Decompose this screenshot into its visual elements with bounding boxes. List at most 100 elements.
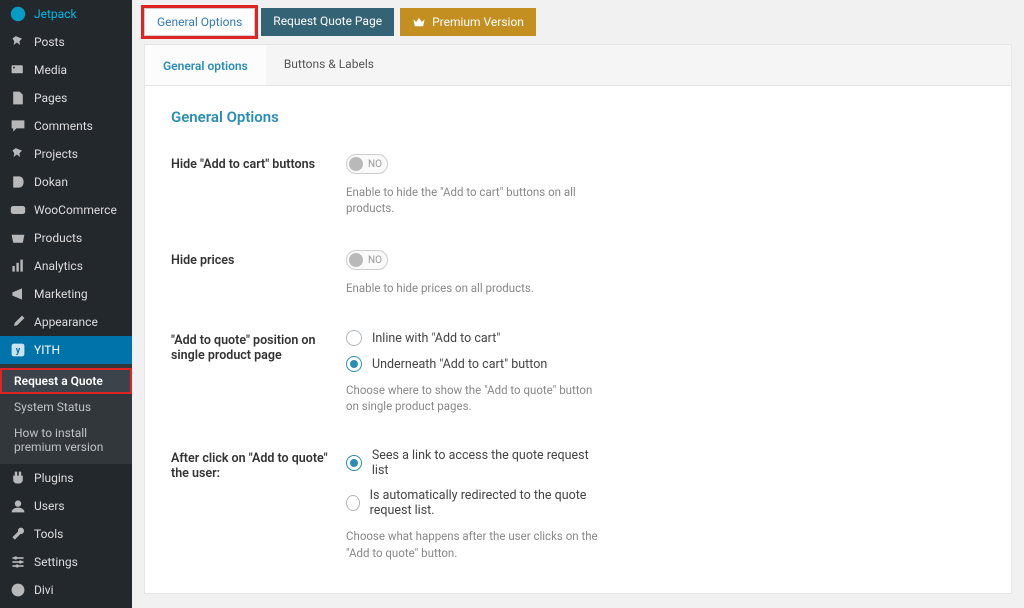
sidebar-item-label: Divi [34,583,54,597]
sidebar-item-settings[interactable]: Settings [0,548,132,576]
svg-text:y: y [16,346,21,356]
sub-tabs: General options Buttons & Labels [145,45,1011,86]
radio-label: Is automatically redirected to the quote… [370,488,606,518]
sidebar-item-plugins[interactable]: Plugins [0,464,132,492]
sidebar-item-products[interactable]: Products [0,224,132,252]
panel-body: General Options Hide "Add to cart" butto… [145,86,1011,593]
sidebar-item-label: Dokan [34,175,68,189]
sidebar-item-woocommerce[interactable]: WooCommerce [0,196,132,224]
settings-icon [10,554,26,570]
sidebar-item-label: Comments [34,119,93,133]
sidebar-item-tools[interactable]: Tools [0,520,132,548]
sidebar-item-label: Marketing [34,287,88,301]
sidebar-item-label: Settings [34,555,78,569]
yith-icon: y [10,342,26,358]
radio-icon [346,495,360,511]
tab-request-quote-page[interactable]: Request Quote Page [261,8,394,36]
sidebar-item-label: Appearance [34,315,98,329]
plugin-icon [10,470,26,486]
main-content: General Options Request Quote Page Premi… [132,0,1024,608]
field-after-click: After click on "Add to quote" the user: … [171,448,985,560]
sidebar-item-label: Products [34,231,82,245]
jetpack-icon [10,6,26,22]
radio-label: Underneath "Add to cart" button [372,357,547,372]
sidebar-item-label: Posts [34,35,65,49]
radio-icon [346,455,362,471]
brush-icon [10,314,26,330]
field-hide-add-to-cart: Hide "Add to cart" buttons NO Enable to … [171,154,985,216]
woo-icon [10,202,26,218]
field-description: Choose where to show the "Add to quote" … [346,382,606,414]
dokan-icon [10,174,26,190]
subtab-buttons-labels[interactable]: Buttons & Labels [266,45,392,85]
field-quote-position: "Add to quote" position on single produc… [171,330,985,414]
sidebar-item-label: Plugins [34,471,74,485]
sidebar-item-posts[interactable]: Posts [0,28,132,56]
section-title: General Options [171,108,985,126]
sidebar-item-comments[interactable]: Comments [0,112,132,140]
tab-premium-version[interactable]: Premium Version [400,8,536,36]
tab-label: Premium Version [432,15,524,29]
product-icon [10,230,26,246]
sidebar-item-label: YITH [34,343,60,357]
radio-icon [346,330,362,346]
analytics-icon [10,258,26,274]
field-label: Hide prices [171,250,346,268]
field-description: Enable to hide the "Add to cart" buttons… [346,184,606,216]
field-hide-prices: Hide prices NO Enable to hide prices on … [171,250,985,296]
sidebar-item-label: Users [34,499,65,513]
sidebar-item-label: WooCommerce [34,203,117,217]
pin-icon [10,146,26,162]
sidebar-item-appearance[interactable]: Appearance [0,308,132,336]
radio-icon [346,356,362,372]
sidebar-item-label: Media [34,63,67,77]
sidebar-item-pages[interactable]: Pages [0,84,132,112]
tab-general-options[interactable]: General Options [144,8,255,36]
settings-panel: General options Buttons & Labels General… [144,44,1012,594]
sidebar-item-dokan[interactable]: Dokan [0,168,132,196]
pin-icon [10,34,26,50]
sidebar-item-collapse[interactable]: Collapse menu [0,604,132,608]
field-label: Hide "Add to cart" buttons [171,154,346,172]
radio-option-redirect[interactable]: Is automatically redirected to the quote… [346,488,606,518]
sidebar-item-projects[interactable]: Projects [0,140,132,168]
radio-label: Inline with "Add to cart" [372,331,500,346]
sidebar-item-label: Pages [34,91,67,105]
megaphone-icon [10,286,26,302]
sidebar-item-jetpack[interactable]: Jetpack [0,0,132,28]
toggle-hide-cart[interactable]: NO [346,154,388,174]
sidebar-item-label: Projects [34,147,78,161]
field-label: After click on "Add to quote" the user: [171,448,346,481]
divi-icon [10,582,26,598]
crown-icon [412,15,426,29]
sidebar-item-yith[interactable]: y YITH [0,336,132,364]
radio-label: Sees a link to access the quote request … [372,448,606,478]
tools-icon [10,526,26,542]
submenu-item-request-quote[interactable]: Request a Quote [0,368,132,394]
toggle-state: NO [368,255,382,266]
sidebar-item-users[interactable]: Users [0,492,132,520]
page-icon [10,90,26,106]
toggle-state: NO [368,159,382,170]
radio-option-underneath[interactable]: Underneath "Add to cart" button [346,356,606,372]
users-icon [10,498,26,514]
toggle-hide-prices[interactable]: NO [346,250,388,270]
sidebar-item-marketing[interactable]: Marketing [0,280,132,308]
top-tabs: General Options Request Quote Page Premi… [144,8,1012,36]
field-label: "Add to quote" position on single produc… [171,330,346,363]
sidebar-item-analytics[interactable]: Analytics [0,252,132,280]
sidebar-item-divi[interactable]: Divi [0,576,132,604]
media-icon [10,62,26,78]
radio-option-inline[interactable]: Inline with "Add to cart" [346,330,606,346]
radio-option-sees-link[interactable]: Sees a link to access the quote request … [346,448,606,478]
sidebar-submenu: Request a Quote System Status How to ins… [0,364,132,464]
admin-sidebar: Jetpack Posts Media Pages Comments Proje… [0,0,132,608]
field-description: Enable to hide prices on all products. [346,280,606,296]
comment-icon [10,118,26,134]
sidebar-item-media[interactable]: Media [0,56,132,84]
subtab-general[interactable]: General options [145,45,266,85]
submenu-item-system-status[interactable]: System Status [0,394,132,420]
submenu-item-install-premium[interactable]: How to install premium version [0,420,132,460]
sidebar-item-label: Jetpack [34,7,77,21]
sidebar-item-label: Analytics [34,259,83,273]
